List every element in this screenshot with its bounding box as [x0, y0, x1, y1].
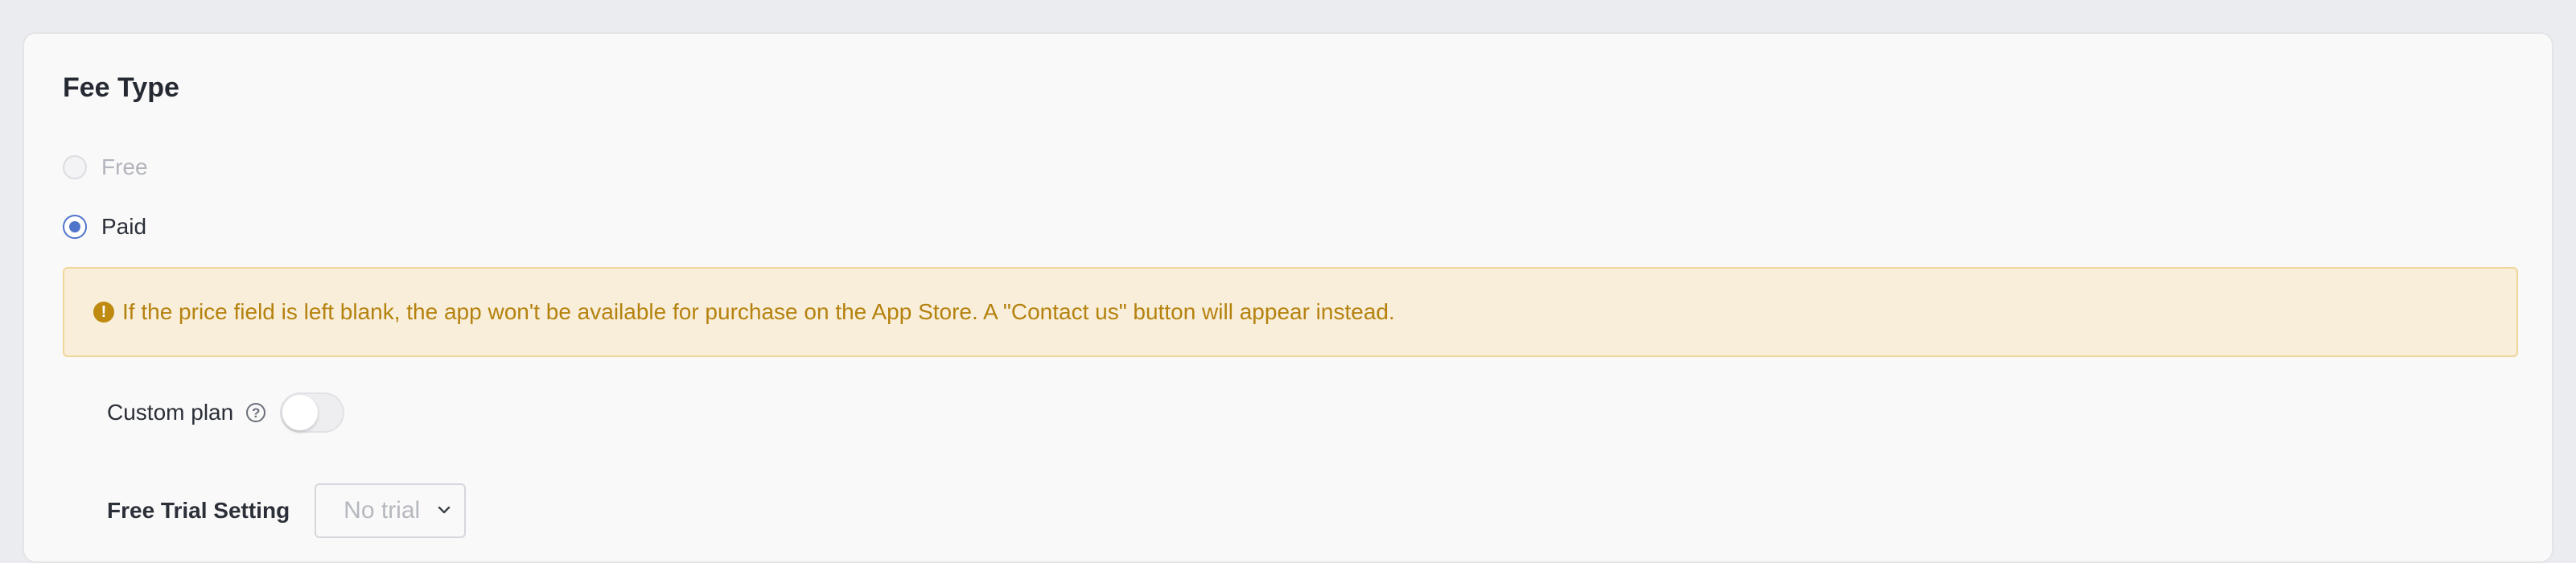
notice-text: If the price field is left blank, the ap… [122, 299, 1395, 324]
paid-radio-label[interactable]: Paid [101, 214, 146, 240]
free-trial-select[interactable]: No trial [315, 483, 467, 538]
chevron-down-icon [438, 506, 451, 514]
warning-icon: ! [93, 302, 114, 323]
free-trial-value: No trial [344, 497, 421, 524]
question-circle-icon[interactable]: ? [246, 403, 266, 422]
free-trial-row: Free Trial Setting No trial [107, 483, 467, 539]
paid-radio-button[interactable] [63, 215, 87, 239]
radio-option-free: Free [63, 151, 148, 183]
radio-option-paid[interactable]: Paid [63, 211, 146, 243]
section-title: Fee Type [63, 72, 179, 103]
price-warning-notice: ! If the price field is left blank, the … [63, 267, 2518, 357]
toggle-knob [282, 395, 319, 430]
custom-plan-row: Custom plan ? [107, 392, 345, 433]
free-radio-label: Free [101, 154, 148, 179]
fee-type-card: Fee Type Free Paid ! If the price field … [23, 32, 2553, 563]
free-radio-button [63, 155, 87, 179]
free-trial-label: Free Trial Setting [107, 498, 290, 523]
custom-plan-label: Custom plan [107, 400, 234, 425]
custom-plan-toggle[interactable] [280, 392, 345, 433]
radio-checked-dot [69, 221, 80, 232]
